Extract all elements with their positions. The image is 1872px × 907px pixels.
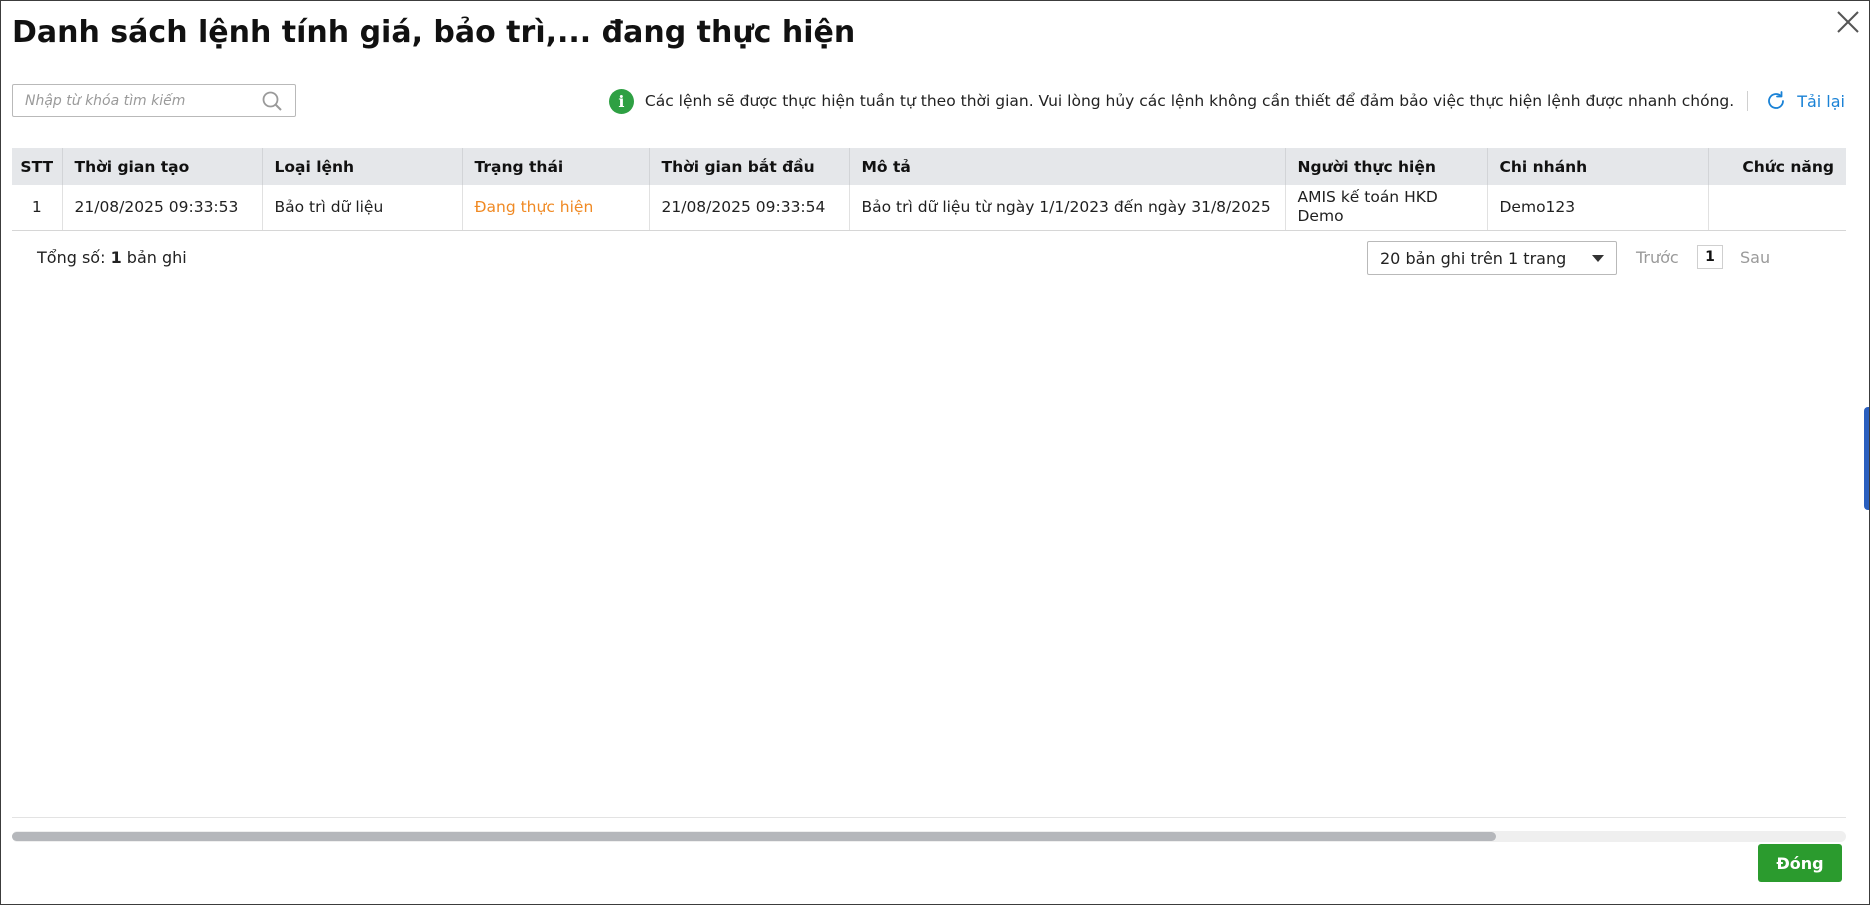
- table-header: STT Thời gian tạo Loại lệnh Trạng thái T…: [12, 148, 1846, 185]
- cell-status: Đang thực hiện: [462, 185, 650, 231]
- dialog-title: Danh sách lệnh tính giá, bảo trì,... đan…: [12, 15, 856, 50]
- chevron-down-icon: [1592, 254, 1604, 262]
- search-icon[interactable]: [261, 90, 283, 112]
- reload-label: Tải lại: [1797, 91, 1845, 111]
- column-header-executor[interactable]: Người thực hiện: [1285, 148, 1488, 185]
- reload-button[interactable]: Tải lại: [1765, 90, 1845, 112]
- notice-bar: i Các lệnh sẽ được thực hiện tuần tự the…: [608, 87, 1845, 115]
- page-size-label: 20 bản ghi trên 1 trang: [1380, 248, 1567, 268]
- commands-table: STT Thời gian tạo Loại lệnh Trạng thái T…: [12, 148, 1846, 231]
- next-page-button[interactable]: Sau: [1740, 248, 1770, 267]
- side-panel-handle[interactable]: [1864, 407, 1869, 510]
- cell-stt: 1: [12, 185, 63, 231]
- cell-branch: Demo123: [1487, 185, 1709, 231]
- page-number-button[interactable]: 1: [1697, 245, 1723, 269]
- close-icon[interactable]: [1833, 7, 1863, 37]
- search-box: [12, 84, 296, 117]
- total-prefix: Tổng số:: [37, 248, 106, 267]
- cell-started-at: 21/08/2025 09:33:54: [649, 185, 850, 231]
- page-size-select[interactable]: 20 bản ghi trên 1 trang: [1367, 241, 1617, 275]
- total-number: 1: [110, 248, 122, 267]
- cell-description: Bảo trì dữ liệu từ ngày 1/1/2023 đến ngà…: [849, 185, 1286, 231]
- total-count: Tổng số: 1 bản ghi: [37, 248, 187, 267]
- search-input[interactable]: [13, 85, 261, 116]
- table-footer: Tổng số: 1 bản ghi 20 bản ghi trên 1 tra…: [12, 241, 1846, 275]
- refresh-icon: [1768, 91, 1785, 109]
- divider: [12, 817, 1846, 818]
- column-header-status[interactable]: Trạng thái: [462, 148, 650, 185]
- scrollbar-thumb[interactable]: [12, 832, 1496, 841]
- info-icon: i: [608, 88, 634, 114]
- column-header-branch[interactable]: Chi nhánh: [1487, 148, 1709, 185]
- prev-page-button[interactable]: Trước: [1636, 248, 1679, 267]
- table-row[interactable]: 1 21/08/2025 09:33:53 Bảo trì dữ liệu Đa…: [12, 185, 1846, 231]
- cell-created-at: 21/08/2025 09:33:53: [62, 185, 263, 231]
- column-header-actions[interactable]: Chức năng: [1708, 148, 1846, 185]
- total-suffix: bản ghi: [126, 248, 187, 267]
- column-header-type[interactable]: Loại lệnh: [262, 148, 463, 185]
- divider: [1747, 91, 1749, 111]
- notice-text: Các lệnh sẽ được thực hiện tuần tự theo …: [644, 92, 1735, 110]
- dialog: Danh sách lệnh tính giá, bảo trì,... đan…: [0, 0, 1870, 905]
- column-header-description[interactable]: Mô tả: [849, 148, 1286, 185]
- horizontal-scrollbar[interactable]: [12, 831, 1846, 842]
- cell-executor: AMIS kế toán HKD Demo: [1285, 185, 1488, 231]
- column-header-created-at[interactable]: Thời gian tạo: [62, 148, 263, 185]
- cell-type: Bảo trì dữ liệu: [262, 185, 463, 231]
- column-header-started-at[interactable]: Thời gian bắt đầu: [649, 148, 850, 185]
- column-header-stt[interactable]: STT: [12, 148, 63, 185]
- close-button[interactable]: Đóng: [1758, 844, 1842, 882]
- cell-actions[interactable]: [1708, 185, 1846, 231]
